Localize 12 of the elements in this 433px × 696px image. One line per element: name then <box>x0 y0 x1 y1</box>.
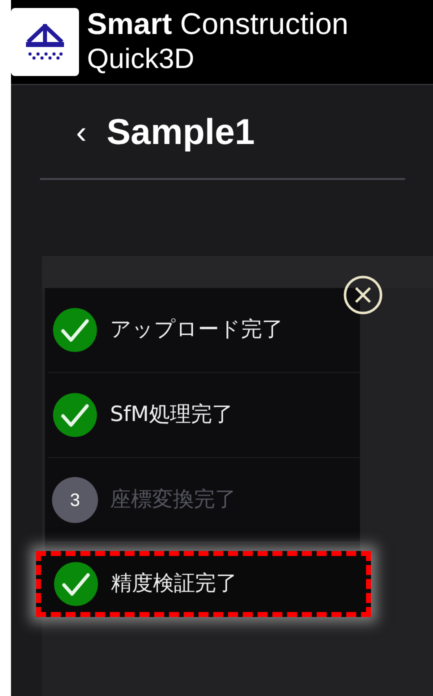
logo-icon <box>11 8 79 76</box>
product-name: Quick3D <box>87 42 196 76</box>
step-label: アップロード完了 <box>110 316 283 344</box>
page-title: Sample1 <box>106 110 255 154</box>
close-icon[interactable] <box>343 275 383 315</box>
back-button[interactable]: ‹ <box>76 116 87 148</box>
step-label: 精度検証完了 <box>111 570 237 598</box>
step-label: 座標変換完了 <box>110 486 236 514</box>
step-number: 3 <box>52 477 98 523</box>
step-label: SfM処理完了 <box>110 401 233 428</box>
brand-name-rest: Construction <box>180 8 348 42</box>
brand-name: Smart <box>87 8 172 42</box>
